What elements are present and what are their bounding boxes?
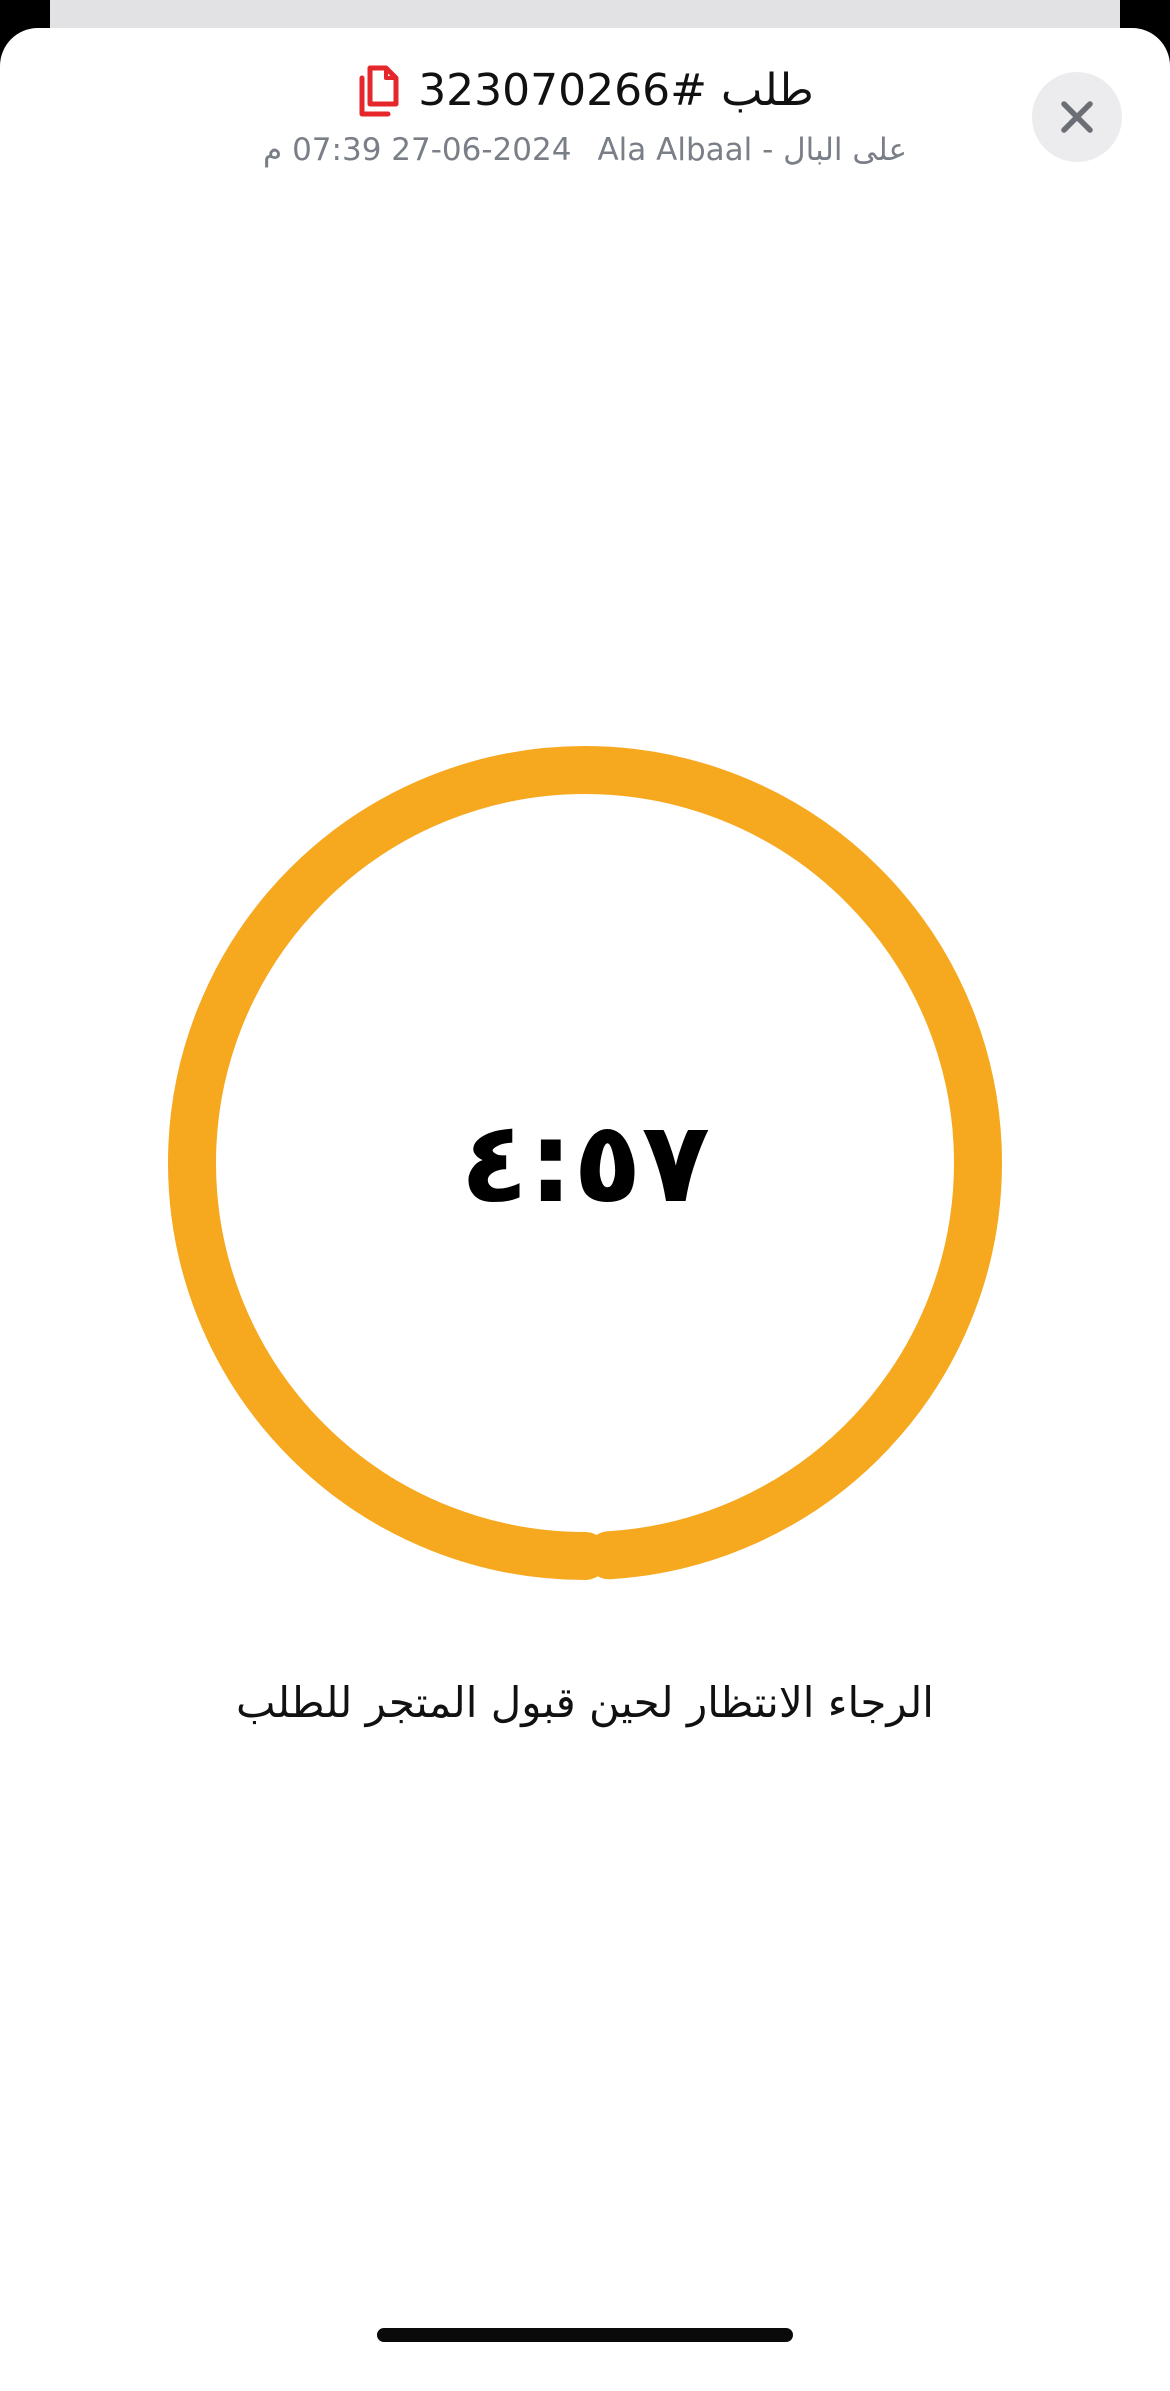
countdown-timer: ٤:٥٧	[168, 746, 1002, 1580]
close-button[interactable]	[1032, 72, 1122, 162]
countdown-value: ٤:٥٧	[460, 1098, 710, 1228]
order-date-time: 27-06-2024 07:39 م	[263, 132, 572, 168]
order-title-row: طلب #323070266	[0, 58, 1170, 122]
order-subtitle: 27-06-2024 07:39 م على البال - Ala Albaa…	[0, 128, 1170, 172]
home-indicator	[377, 2328, 793, 2342]
store-name: على البال - Ala Albaal	[597, 132, 907, 168]
copy-document-icon[interactable]	[356, 62, 404, 118]
waiting-message: الرجاء الانتظار لحين قبول المتجر للطلب	[236, 1678, 934, 1727]
order-number-title: طلب #323070266	[418, 64, 814, 116]
order-status-sheet: طلب #323070266 27-06-2024 07:39 م على ال…	[0, 28, 1170, 2391]
close-icon	[1061, 101, 1093, 133]
